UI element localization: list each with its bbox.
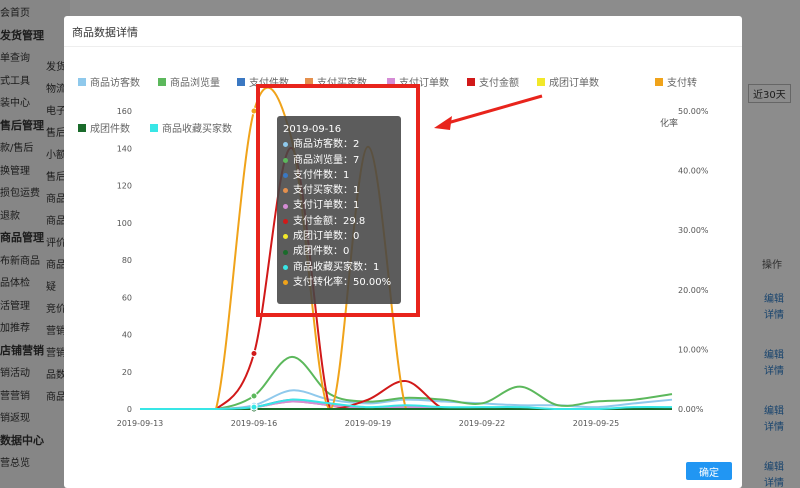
x-tick-label: 2019-09-25 [573, 419, 620, 428]
x-tick-label: 2019-09-13 [117, 419, 164, 428]
y-left-tick-label: 20 [122, 368, 132, 377]
highlight-box [256, 84, 420, 317]
x-tick-label: 2019-09-22 [459, 419, 506, 428]
y-left-tick-label: 100 [117, 219, 132, 228]
y-left-tick-label: 80 [122, 256, 132, 265]
y-left-tick-label: 120 [117, 182, 132, 191]
hover-point [250, 403, 258, 411]
y-left-tick-label: 40 [122, 331, 132, 340]
y-left-tick-label: 0 [127, 405, 132, 414]
y-left-tick-label: 60 [122, 293, 132, 302]
x-tick-label: 2019-09-19 [345, 419, 392, 428]
annotation-arrow [434, 94, 543, 130]
y-right-tick-label: 30.00% [678, 226, 709, 235]
series-line [140, 355, 673, 410]
y-right-tick-label: 50.00% [678, 107, 709, 116]
confirm-button[interactable]: 确定 [686, 462, 732, 480]
hover-point [250, 349, 258, 357]
y-right-tick-label: 20.00% [678, 286, 709, 295]
y-left-tick-label: 140 [117, 144, 132, 153]
y-right-tick-label: 0.00% [678, 405, 704, 414]
y-left-tick-label: 160 [117, 107, 132, 116]
y-right-tick-label: 10.00% [678, 345, 709, 354]
y-right-tick-label: 40.00% [678, 167, 709, 176]
y-right-axis-label: 化率 [660, 117, 678, 129]
hover-point [250, 392, 258, 400]
x-tick-label: 2019-09-16 [231, 419, 278, 428]
